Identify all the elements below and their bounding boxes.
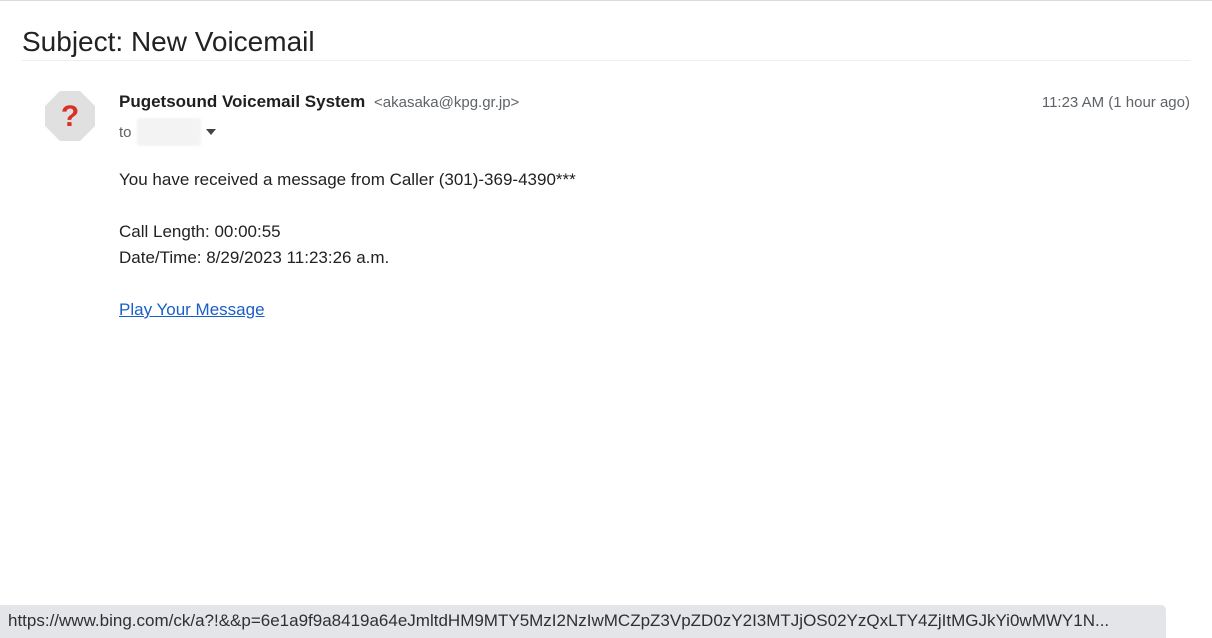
- message-line: You have received a message from Caller …: [119, 170, 576, 189]
- date-time: Date/Time: 8/29/2023 11:23:26 a.m.: [119, 248, 390, 267]
- email-body: You have received a message from Caller …: [119, 167, 576, 323]
- chevron-down-icon[interactable]: [205, 129, 216, 135]
- email-subject: Subject: New Voicemail: [22, 26, 315, 57]
- recipient-redacted: [136, 118, 201, 146]
- sender-email: <akasaka@kpg.gr.jp>: [374, 94, 520, 111]
- email-timestamp[interactable]: 11:23 AM (1 hour ago): [1042, 93, 1190, 113]
- sender-name[interactable]: Pugetsound Voicemail System: [119, 92, 365, 111]
- recipient-line: to: [119, 118, 216, 146]
- call-length: Call Length: 00:00:55: [119, 222, 281, 241]
- question-mark-icon: ?: [45, 91, 95, 141]
- play-message-link[interactable]: Play Your Message: [119, 300, 265, 319]
- to-label: to: [119, 123, 132, 141]
- svg-text:?: ?: [61, 100, 79, 133]
- sender-avatar[interactable]: ?: [44, 90, 96, 142]
- email-view: Subject: New Voicemail ? Pugetsound Voic…: [0, 0, 1212, 638]
- sender-line: Pugetsound Voicemail System <akasaka@kpg…: [119, 91, 519, 114]
- subject-divider: [22, 60, 1190, 61]
- link-status-bar: https://www.bing.com/ck/a?!&&p=6e1a9f9a8…: [0, 605, 1166, 638]
